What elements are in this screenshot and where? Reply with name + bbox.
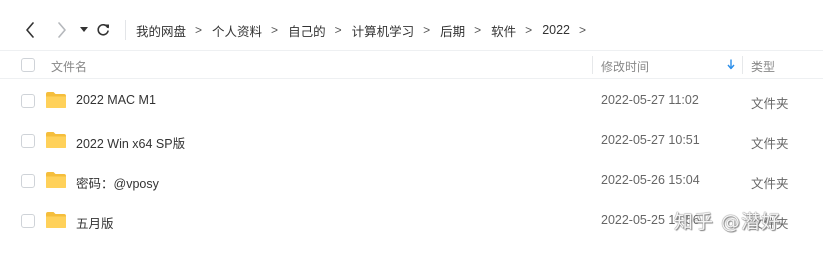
row-checkbox[interactable]: [21, 94, 35, 108]
folder-icon: [46, 212, 66, 228]
file-type: 文件夹: [751, 97, 789, 111]
breadcrumb-item[interactable]: 自己的: [288, 21, 326, 40]
breadcrumb-item[interactable]: 我的网盘: [136, 21, 186, 40]
chevron-right-icon: [58, 22, 66, 38]
file-row[interactable]: 2022 MAC M1 2022-05-27 11:02 文件夹: [0, 81, 823, 121]
column-divider[interactable]: [592, 56, 593, 74]
refresh-icon: [97, 23, 109, 36]
folder-icon: [46, 132, 66, 148]
breadcrumb-item[interactable]: 后期: [440, 21, 465, 40]
arrow-down-icon[interactable]: [727, 59, 735, 70]
caret-down-icon: [80, 27, 88, 32]
breadcrumb-separator: >: [474, 23, 482, 37]
toolbar-divider: [125, 20, 126, 40]
toolbar: 我的网盘 > 个人资料 > 自己的 > 计算机学习 > 后期 > 软件 > 20…: [0, 0, 823, 51]
forward-button[interactable]: [54, 19, 70, 41]
breadcrumb-current[interactable]: 2022: [542, 23, 570, 37]
back-button[interactable]: [22, 19, 38, 41]
breadcrumb-separator: >: [271, 23, 279, 37]
column-header-type[interactable]: 类型: [751, 58, 775, 75]
breadcrumb: 我的网盘 > 个人资料 > 自己的 > 计算机学习 > 后期 > 软件 > 20…: [136, 20, 586, 40]
history-dropdown-button[interactable]: [79, 19, 89, 41]
folder-icon: [46, 172, 66, 188]
file-list-header: 文件名 修改时间 类型: [0, 51, 823, 79]
file-name[interactable]: 五月版: [76, 213, 114, 232]
breadcrumb-separator: >: [579, 23, 587, 37]
file-row[interactable]: 密码：@vposy 2022-05-26 15:04 文件夹: [0, 161, 823, 201]
refresh-button[interactable]: [95, 19, 111, 41]
breadcrumb-separator: >: [195, 23, 203, 37]
chevron-left-icon: [26, 22, 34, 38]
column-header-modified[interactable]: 修改时间: [601, 58, 649, 75]
column-header-name[interactable]: 文件名: [51, 58, 87, 75]
breadcrumb-item[interactable]: 计算机学习: [352, 21, 415, 40]
row-checkbox[interactable]: [21, 134, 35, 148]
breadcrumb-separator: >: [525, 23, 533, 37]
watermark: 知乎 @潜好: [674, 211, 782, 233]
file-modified-date: 2022-05-26 15:04: [601, 173, 700, 187]
file-type: 文件夹: [751, 177, 789, 191]
file-type: 文件夹: [751, 137, 789, 151]
breadcrumb-separator: >: [334, 23, 342, 37]
file-modified-date: 2022-05-27 10:51: [601, 133, 700, 147]
file-row[interactable]: 2022 Win x64 SP版 2022-05-27 10:51 文件夹: [0, 121, 823, 161]
select-all-checkbox[interactable]: [21, 58, 35, 72]
row-checkbox[interactable]: [21, 174, 35, 188]
breadcrumb-separator: >: [423, 23, 431, 37]
breadcrumb-item[interactable]: 软件: [491, 21, 516, 40]
file-name[interactable]: 密码：@vposy: [76, 173, 159, 192]
file-modified-date: 2022-05-27 11:02: [601, 93, 699, 107]
file-name[interactable]: 2022 MAC M1: [76, 93, 156, 107]
file-name[interactable]: 2022 Win x64 SP版: [76, 133, 185, 152]
row-checkbox[interactable]: [21, 214, 35, 228]
folder-icon: [46, 92, 66, 108]
breadcrumb-item[interactable]: 个人资料: [212, 21, 262, 40]
column-divider[interactable]: [742, 56, 743, 74]
